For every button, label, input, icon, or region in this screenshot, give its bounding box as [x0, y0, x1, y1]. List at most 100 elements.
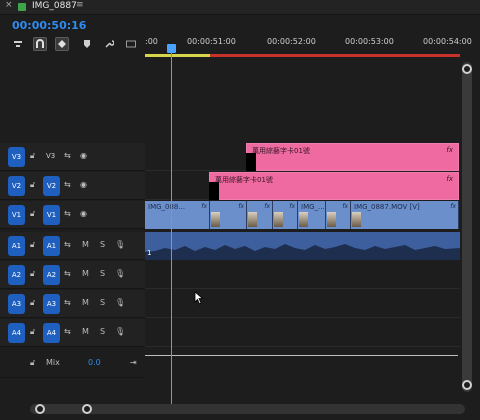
- fx-badge: fx: [450, 203, 456, 210]
- video-clip[interactable]: IMG_0887.MOV [V] fx: [351, 201, 459, 229]
- track-target-v2[interactable]: V2: [43, 176, 60, 196]
- snap-magnet-icon[interactable]: [33, 37, 47, 51]
- fx-badge: fx: [264, 203, 270, 210]
- a1-lane[interactable]: 1: [145, 232, 460, 260]
- a4-lane[interactable]: [145, 319, 460, 347]
- video-clip[interactable]: fx: [247, 201, 273, 229]
- playhead-timecode[interactable]: 00:00:50:16: [12, 19, 86, 32]
- track-target-a4[interactable]: A4: [43, 323, 60, 343]
- microphone-icon[interactable]: 🎙︎: [115, 269, 125, 278]
- sync-lock-icon[interactable]: ⇆: [64, 180, 71, 189]
- add-marker-icon[interactable]: [80, 37, 94, 51]
- title-clip-v2[interactable]: 萬用綜藝字卡01號 fx: [209, 172, 459, 200]
- lock-icon[interactable]: 🔓︎: [30, 358, 35, 368]
- track-header-v1: V1 🔓︎ V1 ⇆ ◉: [0, 201, 145, 229]
- close-tab-icon[interactable]: ×: [5, 0, 13, 10]
- fx-badge: fx: [342, 203, 348, 210]
- microphone-icon[interactable]: 🎙︎: [115, 298, 125, 307]
- track-target-v1[interactable]: V1: [43, 205, 60, 225]
- fx-badge: fx: [201, 203, 207, 210]
- track-target-a1[interactable]: A1: [43, 236, 60, 256]
- mute-button[interactable]: M: [82, 240, 89, 249]
- fx-badge: fx: [238, 203, 244, 210]
- track-header-a4: A4 🔓︎ A4 ⇆ M S 🎙︎: [0, 319, 145, 347]
- ruler-tick-label: 00:00:51:00: [187, 37, 236, 46]
- mouse-cursor-icon: [194, 291, 204, 305]
- v3-lane[interactable]: 萬用綜藝字卡01號 fx: [145, 143, 460, 171]
- microphone-icon[interactable]: 🎙︎: [115, 240, 125, 249]
- eye-icon[interactable]: ◉: [80, 151, 87, 160]
- fx-badge: fx: [289, 203, 295, 210]
- source-patch-a4[interactable]: A4: [8, 323, 25, 343]
- sync-lock-icon[interactable]: ⇆: [64, 327, 71, 336]
- lock-icon[interactable]: 🔓︎: [30, 269, 35, 279]
- video-clip[interactable]: IMG_088... fx: [145, 201, 210, 229]
- ruler-tick-label: 00:00:52:00: [267, 37, 316, 46]
- eye-icon[interactable]: ◉: [80, 209, 87, 218]
- mix-volume-line[interactable]: [145, 355, 458, 356]
- mix-volume-value[interactable]: 0.0: [88, 358, 101, 367]
- playhead-handle[interactable]: [167, 44, 176, 53]
- source-patch-v2[interactable]: V2: [8, 176, 25, 196]
- solo-button[interactable]: S: [100, 327, 105, 336]
- panel-menu-icon[interactable]: ≡: [76, 0, 84, 10]
- microphone-icon[interactable]: 🎙︎: [115, 327, 125, 336]
- lock-icon[interactable]: 🔓︎: [30, 298, 35, 308]
- mute-button[interactable]: M: [82, 327, 89, 336]
- zoom-handle-right[interactable]: [82, 404, 92, 414]
- track-name: V3: [46, 152, 56, 160]
- sync-lock-icon[interactable]: ⇆: [64, 269, 71, 278]
- track-header-v2: V2 🔓︎ V2 ⇆ ◉: [0, 172, 145, 200]
- source-patch-a2[interactable]: A2: [8, 265, 25, 285]
- source-patch-a1[interactable]: A1: [8, 236, 25, 256]
- track-target-a2[interactable]: A2: [43, 265, 60, 285]
- sequence-tab-title[interactable]: IMG_0887: [32, 1, 77, 11]
- a2-lane[interactable]: [145, 261, 460, 289]
- scroll-handle-bottom[interactable]: [462, 380, 472, 390]
- insert-nest-icon[interactable]: [11, 37, 25, 51]
- lock-icon[interactable]: 🔓︎: [30, 327, 35, 337]
- clip-label: 萬用綜藝字卡01號: [252, 147, 310, 155]
- audio-channel-marker: 1: [147, 249, 152, 257]
- captions-icon[interactable]: [124, 37, 138, 51]
- sync-lock-icon[interactable]: ⇆: [64, 209, 71, 218]
- source-patch-v1[interactable]: V1: [8, 205, 25, 225]
- horizontal-scrollbar[interactable]: [30, 404, 465, 414]
- eye-icon[interactable]: ◉: [80, 180, 87, 189]
- lock-icon[interactable]: 🔓︎: [30, 180, 35, 190]
- linked-selection-icon[interactable]: [55, 37, 69, 51]
- clip-thumbnail: [327, 212, 336, 227]
- source-patch-v3[interactable]: V3: [8, 147, 25, 167]
- v1-lane[interactable]: IMG_088... fx fx fx fx IMG_... fx IMG_08…: [145, 201, 460, 229]
- track-header-v3: V3 🔓︎ V3 ⇆ ◉: [0, 143, 145, 171]
- wrench-icon[interactable]: [102, 37, 116, 51]
- sync-lock-icon[interactable]: ⇆: [64, 240, 71, 249]
- video-clip[interactable]: fx: [273, 201, 298, 229]
- scroll-handle-top[interactable]: [462, 64, 472, 74]
- video-clip[interactable]: fx: [210, 201, 247, 229]
- lock-icon[interactable]: 🔓︎: [30, 240, 35, 250]
- title-clip-v3[interactable]: 萬用綜藝字卡01號 fx: [246, 143, 459, 171]
- zoom-handle-left[interactable]: [35, 404, 45, 414]
- audio-waveform: [145, 244, 460, 260]
- mute-button[interactable]: M: [82, 298, 89, 307]
- v2-lane[interactable]: 萬用綜藝字卡01號 fx: [145, 172, 460, 200]
- playhead-line[interactable]: [171, 44, 172, 404]
- a3-lane[interactable]: [145, 290, 460, 318]
- track-area: V3 🔓︎ V3 ⇆ ◉ V2 🔓︎ V2 ⇆ ◉ V1 🔓︎ V1 ⇆ ◉ A…: [0, 62, 460, 402]
- sync-lock-icon[interactable]: ⇆: [64, 298, 71, 307]
- lock-icon[interactable]: 🔓︎: [30, 151, 35, 161]
- vertical-scrollbar[interactable]: [462, 62, 472, 392]
- clip-thumbnail: [211, 212, 220, 227]
- video-clip[interactable]: fx: [326, 201, 351, 229]
- video-clip[interactable]: IMG_...: [298, 201, 326, 229]
- track-target-a3[interactable]: A3: [43, 294, 60, 314]
- mute-button[interactable]: M: [82, 269, 89, 278]
- go-to-end-icon[interactable]: ⇥: [130, 358, 137, 367]
- sync-lock-icon[interactable]: ⇆: [64, 151, 71, 160]
- source-patch-a3[interactable]: A3: [8, 294, 25, 314]
- lock-icon[interactable]: 🔓︎: [30, 209, 35, 219]
- solo-button[interactable]: S: [100, 240, 105, 249]
- solo-button[interactable]: S: [100, 298, 105, 307]
- solo-button[interactable]: S: [100, 269, 105, 278]
